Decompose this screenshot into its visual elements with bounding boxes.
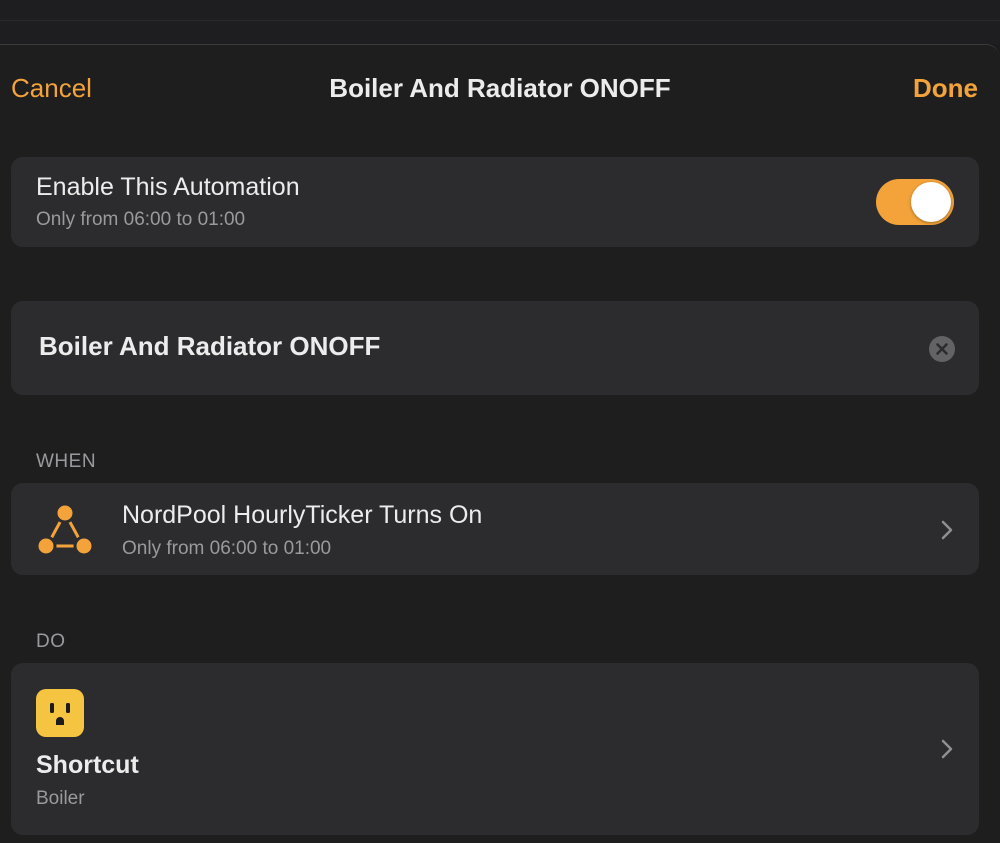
trigger-schedule: Only from 06:00 to 01:00 xyxy=(122,538,332,559)
do-section-label: DO xyxy=(36,631,66,652)
page-title: Boiler And Radiator ONOFF xyxy=(329,73,671,103)
automation-editor-sheet: Cancel Boiler And Radiator ONOFF Done En… xyxy=(0,44,1000,843)
navigation-bar: Cancel Boiler And Radiator ONOFF Done xyxy=(0,45,1000,131)
toggle-knob xyxy=(911,182,951,222)
action-title: Shortcut xyxy=(36,751,139,779)
enable-automation-schedule: Only from 06:00 to 01:00 xyxy=(36,209,246,230)
enable-automation-row: Enable This Automation Only from 06:00 t… xyxy=(11,157,979,247)
chevron-right-icon xyxy=(941,739,953,759)
background-divider xyxy=(0,20,1000,21)
background-window xyxy=(0,0,1000,44)
action-subtitle: Boiler xyxy=(36,788,85,809)
automation-name-row[interactable]: Boiler And Radiator ONOFF xyxy=(11,301,979,395)
chevron-right-icon xyxy=(941,520,953,540)
clear-text-icon[interactable] xyxy=(929,336,955,362)
action-row[interactable]: Shortcut Boiler xyxy=(11,663,979,835)
done-button[interactable]: Done xyxy=(913,73,978,104)
when-section-label: WHEN xyxy=(36,451,97,472)
automation-trigger-icon xyxy=(35,503,95,557)
enable-automation-toggle[interactable] xyxy=(876,179,954,225)
outlet-icon xyxy=(36,689,84,737)
trigger-title: NordPool HourlyTicker Turns On xyxy=(122,501,483,529)
automation-name-field[interactable]: Boiler And Radiator ONOFF xyxy=(39,331,380,362)
trigger-row[interactable]: NordPool HourlyTicker Turns On Only from… xyxy=(11,483,979,575)
enable-automation-label: Enable This Automation xyxy=(36,173,300,201)
